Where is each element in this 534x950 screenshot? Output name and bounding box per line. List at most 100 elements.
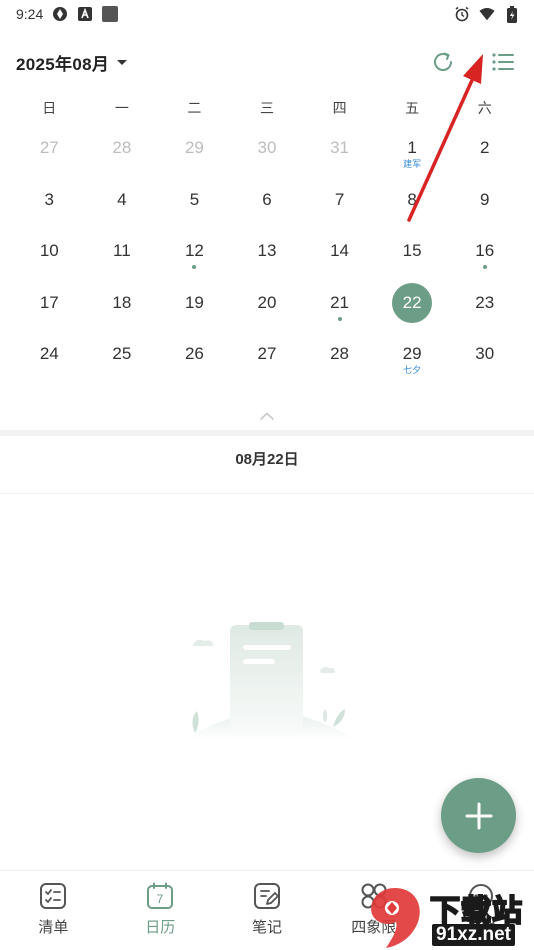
weekday-label: 二 [187,100,202,116]
calendar-icon: 7 [147,882,174,909]
calendar-day[interactable]: 5 [158,176,231,228]
day-festival-label: 七夕 [403,365,422,375]
day-number: 6 [262,189,272,209]
day-number: 29 [184,138,204,157]
calendar-day[interactable]: 15 [376,227,449,279]
calendar-day[interactable]: 16 [448,227,521,279]
calendar-day[interactable]: 29 七夕 [376,330,449,382]
month-selector[interactable]: 2025年08月 [16,50,128,75]
calendar-day[interactable]: 9 [448,176,521,228]
more-icon [468,884,493,908]
calendar-day[interactable]: 4 [86,176,159,228]
day-number: 18 [112,292,132,312]
list-view-icon [492,53,514,71]
weekday-label: 六 [477,100,492,116]
calendar-day[interactable]: 28 [303,330,376,382]
day-number: 20 [257,292,277,312]
alarm-icon [454,6,470,22]
add-task-button[interactable] [441,778,516,853]
checklist-icon [40,883,67,909]
weekday-label: 四 [332,100,347,116]
section-divider [0,430,534,436]
nav-label: 笔记 [251,919,282,936]
empty-state-illustration [175,615,365,745]
day-number: 23 [475,292,495,312]
event-dot [482,265,487,269]
calendar-day[interactable]: 28 [86,124,159,176]
calendar-day[interactable]: 26 [158,330,231,382]
day-number: 25 [112,344,132,363]
calendar-day[interactable]: 30 [448,330,521,382]
calendar-day[interactable]: 27 [231,330,304,382]
refresh-icon [434,52,452,71]
calendar-day[interactable]: 30 [231,124,304,176]
calendar-day[interactable]: 12 [158,227,231,279]
nav-label: 日历 [145,919,176,936]
calendar-day[interactable]: 3 [13,176,86,228]
day-number: 2 [479,138,490,157]
nav-label: 四象限 [351,919,397,936]
calendar-day[interactable]: 11 [86,227,159,279]
calendar-day[interactable]: 29 [158,124,231,176]
calendar-day[interactable]: 13 [231,227,304,279]
calendar-day[interactable]: 7 [303,176,376,228]
calendar-day[interactable]: 24 [13,330,86,382]
nav-item-notes[interactable]: 笔记 [214,871,321,950]
list-view-button[interactable] [490,49,516,75]
calendar-day[interactable]: 8 [376,176,449,228]
calendar-day[interactable]: 27 [13,124,86,176]
day-number: 27 [257,344,277,363]
a-notification-icon [77,6,93,22]
day-number: 27 [39,138,59,157]
collapse-calendar-button[interactable] [259,410,275,422]
calendar-day[interactable]: 6 [231,176,304,228]
day-number: 14 [330,241,350,260]
calendar-day-selected[interactable]: 22 [376,279,449,331]
day-number: 26 [184,344,204,363]
wifi-icon [479,6,495,22]
calendar-header: 2025年08月 [0,42,534,82]
nav-item-more[interactable]: 其他 [427,871,534,950]
calendar-day[interactable]: 31 [303,124,376,176]
day-number: 13 [257,241,277,260]
bottom-nav: 清单 7 日历 笔记 四象限 其他 [0,870,534,950]
day-number: 19 [184,292,204,312]
day-number: 7 [334,189,345,209]
day-number: 28 [330,344,350,363]
nav-item-calendar[interactable]: 7 日历 [107,871,214,950]
square-notification-icon [102,6,119,22]
calendar-day[interactable]: 23 [448,279,521,331]
day-number: 24 [39,344,59,363]
day-number: 8 [407,189,417,209]
day-number: 17 [39,292,59,312]
calendar-day[interactable]: 21 [303,279,376,331]
calendar-day[interactable]: 2 [448,124,521,176]
month-title: 2025年08月 [16,54,110,74]
caret-down-icon [117,59,128,65]
calendar-icon-day: 7 [157,892,164,906]
calendar-day[interactable]: 20 [231,279,304,331]
calendar-grid: 27 28 29 30 31 1 建军 2 3 4 5 6 7 8 9 10 11 12 13 14 15 16 17 18 1… [13,124,521,382]
calendar-day[interactable]: 17 [13,279,86,331]
nav-item-checklist[interactable]: 清单 [0,871,107,950]
refresh-button[interactable] [430,49,456,75]
status-bar: 9:24 [0,0,534,28]
day-number: 9 [479,189,490,209]
calendar-day[interactable]: 18 [86,279,159,331]
calendar-day[interactable]: 19 [158,279,231,331]
day-number: 4 [117,189,127,209]
weekday-label: 一 [114,100,129,116]
weekday-label: 五 [405,100,420,116]
quadrant-icon [361,883,387,909]
nav-item-quadrant[interactable]: 四象限 [320,871,427,950]
plus-icon [465,802,492,829]
nav-label: 清单 [38,919,69,936]
calendar-day[interactable]: 10 [13,227,86,279]
calendar-day[interactable]: 14 [303,227,376,279]
day-number: 31 [330,138,350,157]
calendar-day[interactable]: 25 [86,330,159,382]
calendar-day[interactable]: 1 建军 [376,124,449,176]
note-icon [253,883,280,909]
day-number: 28 [112,138,132,157]
weekday-label: 日 [42,100,57,116]
